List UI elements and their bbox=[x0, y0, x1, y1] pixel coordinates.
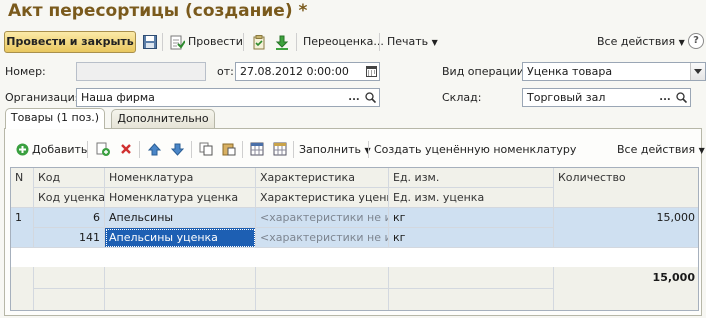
operation-select[interactable]: Уценка товара bbox=[522, 62, 706, 81]
number-field[interactable] bbox=[76, 62, 206, 81]
copy-icon[interactable] bbox=[198, 141, 214, 157]
header-unit[interactable]: Ед. изм. bbox=[389, 168, 554, 188]
header-unit-marked[interactable]: Ед. изм. уценка bbox=[389, 188, 554, 208]
header-item[interactable]: Номенклатура bbox=[105, 168, 256, 188]
download-arrow-icon[interactable] bbox=[274, 34, 290, 50]
toolbar-separator bbox=[296, 33, 297, 51]
toolbar-separator bbox=[379, 33, 380, 51]
print-label: Печать bbox=[387, 35, 429, 48]
select-dots-icon[interactable]: ... bbox=[347, 89, 361, 106]
number-label: Номер: bbox=[5, 65, 46, 78]
calendar-icon[interactable] bbox=[364, 63, 378, 80]
cell-unit[interactable]: кг bbox=[389, 208, 554, 228]
all-actions-menu[interactable]: Все действия ▼ bbox=[597, 35, 685, 48]
toolbar-separator bbox=[87, 141, 88, 158]
cell-quantity[interactable]: 15,000 bbox=[554, 208, 698, 248]
header-code[interactable]: Код bbox=[34, 168, 105, 188]
post-and-close-button[interactable]: Провести и закрыть bbox=[4, 31, 136, 53]
date-label: от: bbox=[217, 65, 234, 78]
print-menu-button[interactable]: Печать ▼ bbox=[387, 35, 438, 48]
header-code-marked[interactable]: Код уценка bbox=[34, 188, 105, 208]
footer-cell bbox=[11, 267, 34, 310]
toolbar-separator bbox=[139, 141, 140, 158]
operation-label: Вид операции: bbox=[442, 65, 528, 78]
create-marked-item-button[interactable]: Создать уценённую номенклатуру bbox=[374, 143, 576, 156]
cell-n[interactable]: 1 bbox=[11, 208, 34, 248]
cell-code-marked[interactable]: 141 bbox=[34, 228, 105, 248]
tab-goods[interactable]: Товары (1 поз.) bbox=[5, 108, 105, 129]
search-icon[interactable] bbox=[363, 89, 377, 106]
footer-cell bbox=[34, 289, 105, 310]
organization-value: Наша фирма bbox=[81, 91, 155, 104]
add-button[interactable]: Добавить bbox=[32, 143, 87, 156]
window-title: Акт пересортицы (создание) * bbox=[8, 1, 308, 21]
toolbar-separator bbox=[293, 141, 294, 158]
footer-cell bbox=[389, 289, 554, 310]
cell-item[interactable]: Апельсины bbox=[105, 208, 256, 228]
organization-label: Организация: bbox=[5, 91, 86, 104]
all-actions-label: Все действия bbox=[597, 35, 676, 48]
footer-cell bbox=[256, 267, 389, 289]
goods-table[interactable]: N Код Номенклатура Характеристика Ед. из… bbox=[10, 167, 699, 311]
chevron-down-icon: ▼ bbox=[678, 38, 685, 47]
warehouse-label: Склад: bbox=[442, 91, 482, 104]
cell-unit-marked[interactable]: кг bbox=[389, 228, 554, 248]
post-icon[interactable] bbox=[169, 34, 185, 50]
tab-additional[interactable]: Дополнительно bbox=[111, 109, 215, 129]
header-characteristic-marked[interactable]: Характеристика уценка bbox=[256, 188, 389, 208]
chevron-down-icon: ▼ bbox=[431, 38, 438, 47]
cell-code[interactable]: 6 bbox=[34, 208, 105, 228]
footer-cell bbox=[105, 289, 256, 310]
header-characteristic[interactable]: Характеристика bbox=[256, 168, 389, 188]
delete-icon[interactable] bbox=[118, 141, 134, 157]
footer-cell bbox=[34, 267, 105, 289]
date-value: 27.08.2012 0:00:00 bbox=[240, 65, 349, 78]
add-copy-icon[interactable] bbox=[95, 141, 111, 157]
fill-label: Заполнить bbox=[299, 143, 361, 156]
toolbar-separator bbox=[191, 141, 192, 158]
fill-menu-button[interactable]: Заполнить ▼ bbox=[299, 143, 371, 156]
paste-icon[interactable] bbox=[221, 141, 237, 157]
footer-cell bbox=[105, 267, 256, 289]
toolbar-separator bbox=[368, 141, 369, 158]
cell-characteristic-marked[interactable]: <характеристики не и... bbox=[256, 228, 389, 248]
add-icon[interactable] bbox=[14, 141, 30, 157]
chevron-down-icon: ▼ bbox=[698, 146, 705, 155]
table-empty-area[interactable] bbox=[11, 248, 698, 268]
toolbar-separator bbox=[162, 33, 163, 51]
table-settings-icon[interactable] bbox=[249, 141, 265, 157]
warehouse-value: Торговый зал bbox=[527, 91, 606, 104]
post-button[interactable]: Провести bbox=[188, 35, 243, 48]
header-item-marked[interactable]: Номенклатура уценка bbox=[105, 188, 256, 208]
table-edit-icon[interactable] bbox=[272, 141, 288, 157]
dropdown-arrow-icon[interactable] bbox=[690, 63, 705, 80]
help-icon[interactable]: ? bbox=[688, 33, 704, 49]
check-doc-icon[interactable] bbox=[251, 34, 267, 50]
toolbar-separator bbox=[243, 33, 244, 51]
operation-value: Уценка товара bbox=[527, 65, 613, 78]
organization-field[interactable]: Наша фирма bbox=[76, 88, 380, 107]
move-down-icon[interactable] bbox=[169, 141, 185, 157]
footer-cell bbox=[256, 289, 389, 310]
footer-total-quantity: 15,000 bbox=[554, 267, 698, 310]
table-all-actions-menu[interactable]: Все действия ▼ bbox=[617, 143, 705, 156]
search-icon[interactable] bbox=[674, 89, 688, 106]
header-quantity[interactable]: Количество bbox=[554, 168, 698, 208]
toolbar-separator bbox=[242, 141, 243, 158]
select-dots-icon[interactable]: ... bbox=[658, 89, 672, 106]
move-up-icon[interactable] bbox=[146, 141, 162, 157]
table-all-actions-label: Все действия bbox=[617, 143, 696, 156]
save-icon[interactable] bbox=[142, 34, 158, 50]
footer-cell bbox=[389, 267, 554, 289]
cell-item-marked[interactable]: Апельсины уценка bbox=[105, 228, 256, 248]
date-field[interactable]: 27.08.2012 0:00:00 bbox=[235, 62, 380, 81]
header-n[interactable]: N bbox=[11, 168, 34, 208]
cell-characteristic[interactable]: <характеристики не и... bbox=[256, 208, 389, 228]
revaluation-button[interactable]: Переоценка... bbox=[303, 35, 384, 48]
